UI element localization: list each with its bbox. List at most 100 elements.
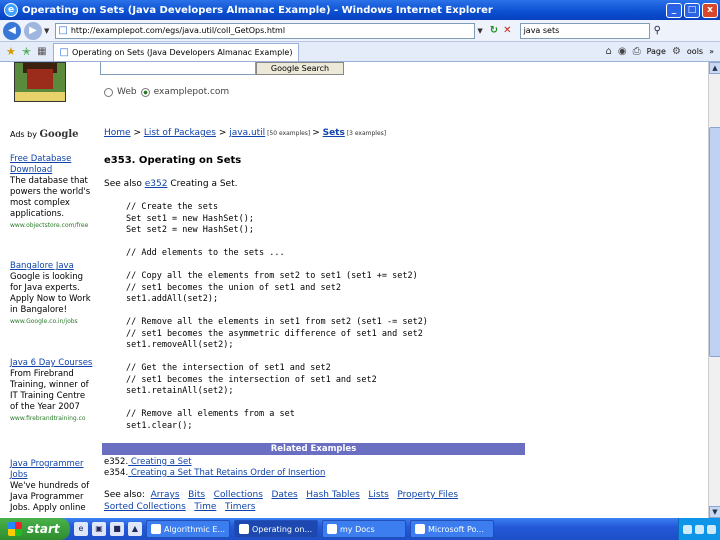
address-toolbar: ◀ ▶ ▼ □ http://examplepot.com/egs/java.u… — [0, 20, 720, 42]
system-tray — [678, 518, 720, 540]
page-menu[interactable]: Page — [647, 47, 666, 56]
scroll-down-icon[interactable]: ▼ — [709, 506, 720, 518]
tray-icon[interactable] — [695, 524, 704, 534]
taskbar-item-operating[interactable]: Operating on... — [234, 520, 318, 538]
breadcrumb-sets[interactable]: Sets — [323, 128, 345, 138]
bottom-see-also-2: Sorted Collections Time Timers — [104, 502, 255, 512]
quicklaunch-app2-icon[interactable]: ▲ — [128, 522, 142, 536]
related-item: e354. Creating a Set That Retains Order … — [104, 468, 325, 478]
home-icon[interactable]: ⌂ — [605, 46, 611, 57]
radio-web-label: Web — [117, 87, 137, 97]
tab-title: Operating on Sets (Java Developers Alman… — [72, 47, 293, 57]
scroll-up-icon[interactable]: ▲ — [709, 62, 720, 74]
stop-icon[interactable]: ✕ — [503, 25, 511, 36]
task-app-icon — [239, 524, 249, 534]
breadcrumb-home[interactable]: Home — [104, 128, 131, 138]
ad-item: Bangalore Java Google is looking for Jav… — [10, 261, 94, 327]
ad-title-link[interactable]: Free Database Download — [10, 154, 94, 176]
start-button[interactable]: start — [0, 518, 70, 540]
breadcrumb-sep: > — [130, 128, 144, 138]
radio-web[interactable] — [104, 87, 113, 97]
link-collections[interactable]: Collections — [214, 490, 263, 500]
ad-title-link[interactable]: Bangalore Java — [10, 261, 94, 272]
ad-body: From Firebrand Training, winner of IT Tr… — [10, 369, 89, 412]
ad-body: The database that powers the world's mos… — [10, 176, 91, 219]
see-also-text: Creating a Set. — [167, 179, 238, 189]
breadcrumb-list-of-packages[interactable]: List of Packages — [144, 128, 216, 138]
back-arrow-icon[interactable]: ◀ — [3, 21, 21, 40]
maximize-button[interactable]: □ — [684, 2, 700, 18]
breadcrumb-sep: > — [215, 128, 230, 138]
vertical-scrollbar[interactable]: ▲ ▼ — [708, 62, 720, 518]
see-also-prefix: See also — [104, 179, 145, 189]
ad-body: Google is looking for Java experts. Appl… — [10, 272, 91, 315]
page-icon: □ — [58, 25, 68, 36]
ie-logo-icon: e — [4, 3, 18, 17]
link-time[interactable]: Time — [194, 502, 216, 512]
breadcrumb-java-util[interactable]: java.util — [229, 128, 265, 138]
favorites-star-icon[interactable]: ★ — [6, 45, 16, 58]
quicklaunch-desktop-icon[interactable]: ▣ — [92, 522, 106, 536]
tools-gear-icon[interactable]: ⚙ — [672, 46, 681, 57]
ad-url[interactable]: www.objectstore.com/free — [10, 220, 94, 231]
ads-by-google: Ads by Google — [10, 129, 79, 140]
tools-menu[interactable]: ools — [687, 47, 703, 56]
google-search-button[interactable]: Google Search — [256, 62, 344, 75]
link-hash-tables[interactable]: Hash Tables — [306, 490, 360, 500]
book-cover-image — [14, 62, 66, 102]
see-also: See also e352 Creating a Set. — [104, 179, 237, 189]
close-button[interactable]: x — [702, 2, 718, 18]
print-icon[interactable]: ⎙ — [633, 46, 641, 57]
quicklaunch-app-icon[interactable]: ■ — [110, 522, 124, 536]
radio-site-label: examplepot.com — [153, 87, 230, 97]
search-scope-radios: Web examplepot.com — [104, 87, 229, 97]
radio-site[interactable] — [140, 87, 150, 97]
history-dropdown-icon[interactable]: ▼ — [44, 27, 49, 35]
more-chevron[interactable]: » — [709, 47, 714, 56]
link-property-files[interactable]: Property Files — [397, 490, 458, 500]
tab-current[interactable]: □ Operating on Sets (Java Developers Alm… — [52, 42, 300, 61]
related-link[interactable]: Creating a Set That Retains Order of Ins… — [128, 468, 326, 478]
scroll-thumb[interactable] — [709, 127, 720, 357]
task-label: my Docs — [340, 524, 375, 534]
search-icon[interactable]: ⚲ — [654, 25, 661, 36]
link-arrays[interactable]: Arrays — [151, 490, 180, 500]
taskbar-item-mydocs[interactable]: my Docs — [322, 520, 406, 538]
address-dropdown-icon[interactable]: ▼ — [477, 27, 482, 35]
tray-icon[interactable] — [707, 524, 716, 534]
related-id: e352. — [104, 457, 129, 467]
taskbar-item-algorithmic[interactable]: Algorithmic E... — [146, 520, 230, 538]
see-also-link-e352[interactable]: e352 — [145, 179, 168, 189]
task-label: Operating on... — [252, 524, 313, 534]
related-id: e354. — [104, 468, 129, 478]
ad-title-link[interactable]: Java Programmer Jobs — [10, 459, 94, 481]
search-input[interactable]: java sets — [519, 22, 650, 39]
ads-brand: Google — [39, 129, 79, 140]
minimize-button[interactable]: _ — [666, 2, 682, 18]
refresh-icon[interactable]: ↻ — [490, 25, 498, 36]
link-bits[interactable]: Bits — [188, 490, 205, 500]
feeds-icon[interactable]: ◉ — [618, 46, 627, 57]
ad-url[interactable]: www.firebrandtraining.co — [10, 413, 94, 424]
google-search-input[interactable] — [100, 62, 256, 75]
quick-tabs-icon[interactable]: ▦ — [37, 46, 46, 57]
related-link[interactable]: Creating a Set — [128, 457, 192, 467]
forward-arrow-icon[interactable]: ▶ — [24, 21, 42, 40]
link-lists[interactable]: Lists — [368, 490, 388, 500]
address-input[interactable]: □ http://examplepot.com/egs/java.util/co… — [55, 22, 476, 39]
ad-url[interactable]: www.Google.co.in/jobs — [10, 316, 94, 327]
quicklaunch-ie-icon[interactable]: e — [74, 522, 88, 536]
link-timers[interactable]: Timers — [225, 502, 255, 512]
page-viewport: Google Search Web examplepot.com Ads by … — [0, 62, 708, 518]
link-dates[interactable]: Dates — [271, 490, 297, 500]
tab-bar: ★ ✭ ▦ □ Operating on Sets (Java Develope… — [0, 42, 720, 62]
add-favorite-icon[interactable]: ✭ — [22, 45, 31, 58]
window-title: Operating on Sets (Java Developers Alman… — [22, 4, 493, 16]
breadcrumb-pkg-count: [50 examples] — [265, 130, 313, 137]
link-sorted-collections[interactable]: Sorted Collections — [104, 502, 186, 512]
taskbar-item-powerpoint[interactable]: Microsoft Po... — [410, 520, 494, 538]
ad-title-link[interactable]: Java 6 Day Courses — [10, 358, 94, 369]
breadcrumb: Home > List of Packages > java.util [50 … — [104, 128, 386, 138]
tray-icon[interactable] — [683, 524, 692, 534]
task-app-icon — [415, 524, 425, 534]
